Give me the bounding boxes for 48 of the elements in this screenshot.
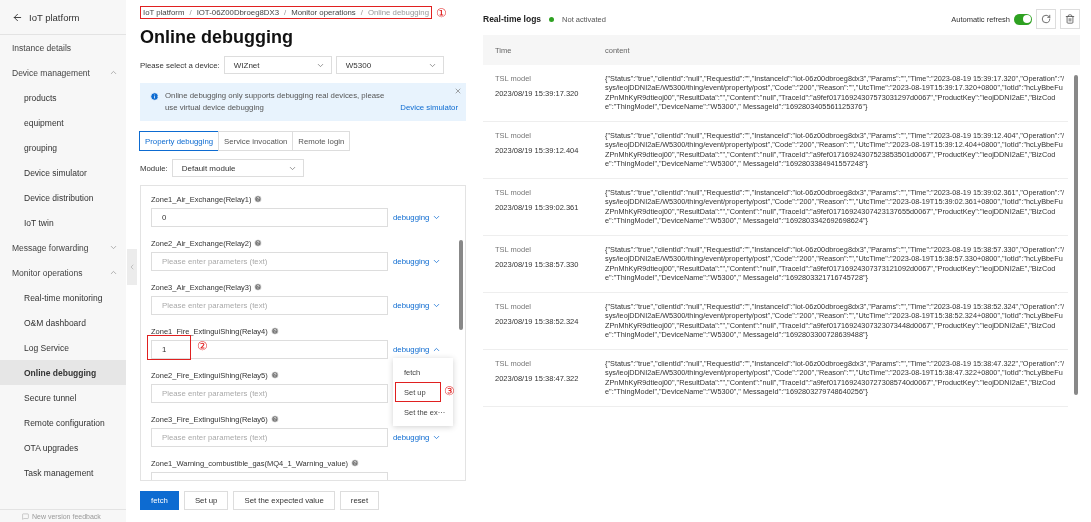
sidebar-item[interactable]: O&M dashboard (0, 310, 126, 335)
sidebar-item[interactable]: Device distribution (0, 185, 126, 210)
help-icon (351, 459, 360, 468)
logs-title: Real-time logs (483, 14, 542, 24)
chevron-up-icon (109, 68, 118, 77)
chevron-down-icon (109, 243, 118, 252)
sidebar-item[interactable]: Monitor operations (0, 260, 126, 285)
help-icon (270, 327, 279, 336)
close-icon[interactable] (454, 87, 462, 95)
device-select[interactable]: WIZnet (223, 56, 332, 74)
sidebar-title: IoT platform (29, 11, 80, 23)
sidebar-item[interactable]: grouping (0, 135, 126, 160)
sidebar-item[interactable]: products (0, 85, 126, 110)
status-dot (549, 16, 555, 22)
refresh-icon[interactable] (1036, 9, 1056, 29)
sidebar-item[interactable]: Remote configuration (0, 410, 126, 435)
clear-icon[interactable] (1060, 9, 1080, 29)
feedback-icon (22, 512, 29, 520)
sidebar-item[interactable]: IoT twin (0, 210, 126, 235)
auto-refresh-toggle[interactable] (1014, 13, 1032, 25)
sidebar-item[interactable]: Device management (0, 60, 126, 85)
chevron-up-icon (109, 268, 118, 277)
sidebar-item[interactable]: OTA upgrades (0, 435, 126, 460)
sidebar-item[interactable]: Device simulator (0, 160, 126, 185)
collapse-handle[interactable] (127, 249, 137, 285)
sidebar-item[interactable]: equipment (0, 110, 126, 135)
annotation-number: ① (436, 6, 448, 19)
sidebar-item[interactable]: Instance details (0, 35, 126, 60)
scrollbar[interactable] (459, 240, 463, 331)
page-title: Online debugging (140, 27, 294, 48)
help-icon (254, 283, 263, 292)
sidebar-item[interactable]: Real-time monitoring (0, 285, 126, 310)
device-select[interactable]: W5300 (335, 56, 444, 74)
sidebar-item[interactable]: Task management (0, 460, 126, 485)
module-select[interactable]: Default module (171, 159, 304, 178)
back-arrow-icon[interactable] (12, 11, 23, 23)
sidebar-item[interactable]: Online debugging (0, 360, 126, 385)
help-icon (254, 239, 263, 248)
sidebar-item[interactable]: Secure tunnel (0, 385, 126, 410)
help-icon (270, 371, 279, 380)
annotation-number: ③ (444, 385, 455, 398)
help-icon (254, 195, 263, 204)
info-icon (150, 92, 159, 101)
sidebar-item[interactable]: Message forwarding (0, 235, 126, 260)
sidebar-item[interactable]: Log Service (0, 335, 126, 360)
help-icon (270, 415, 279, 424)
scrollbar[interactable] (1074, 75, 1078, 395)
annotation-number: ② (197, 340, 208, 353)
